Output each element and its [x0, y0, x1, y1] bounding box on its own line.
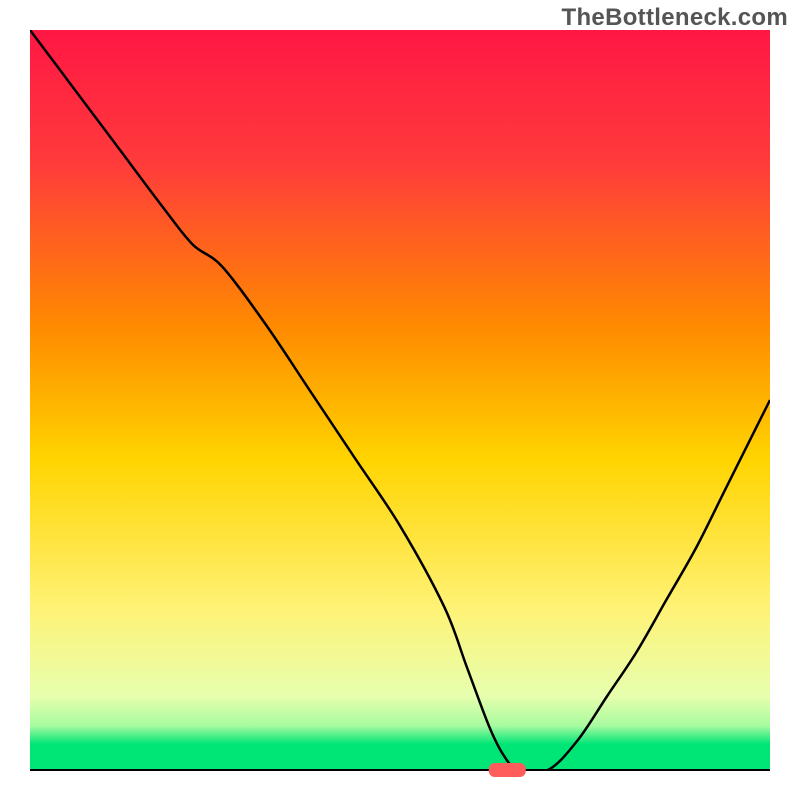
bottleneck-chart — [0, 0, 800, 800]
chart-stage: TheBottleneck.com — [0, 0, 800, 800]
watermark-text: TheBottleneck.com — [562, 4, 788, 32]
plot-background — [30, 30, 770, 770]
optimal-point-marker — [489, 763, 526, 777]
